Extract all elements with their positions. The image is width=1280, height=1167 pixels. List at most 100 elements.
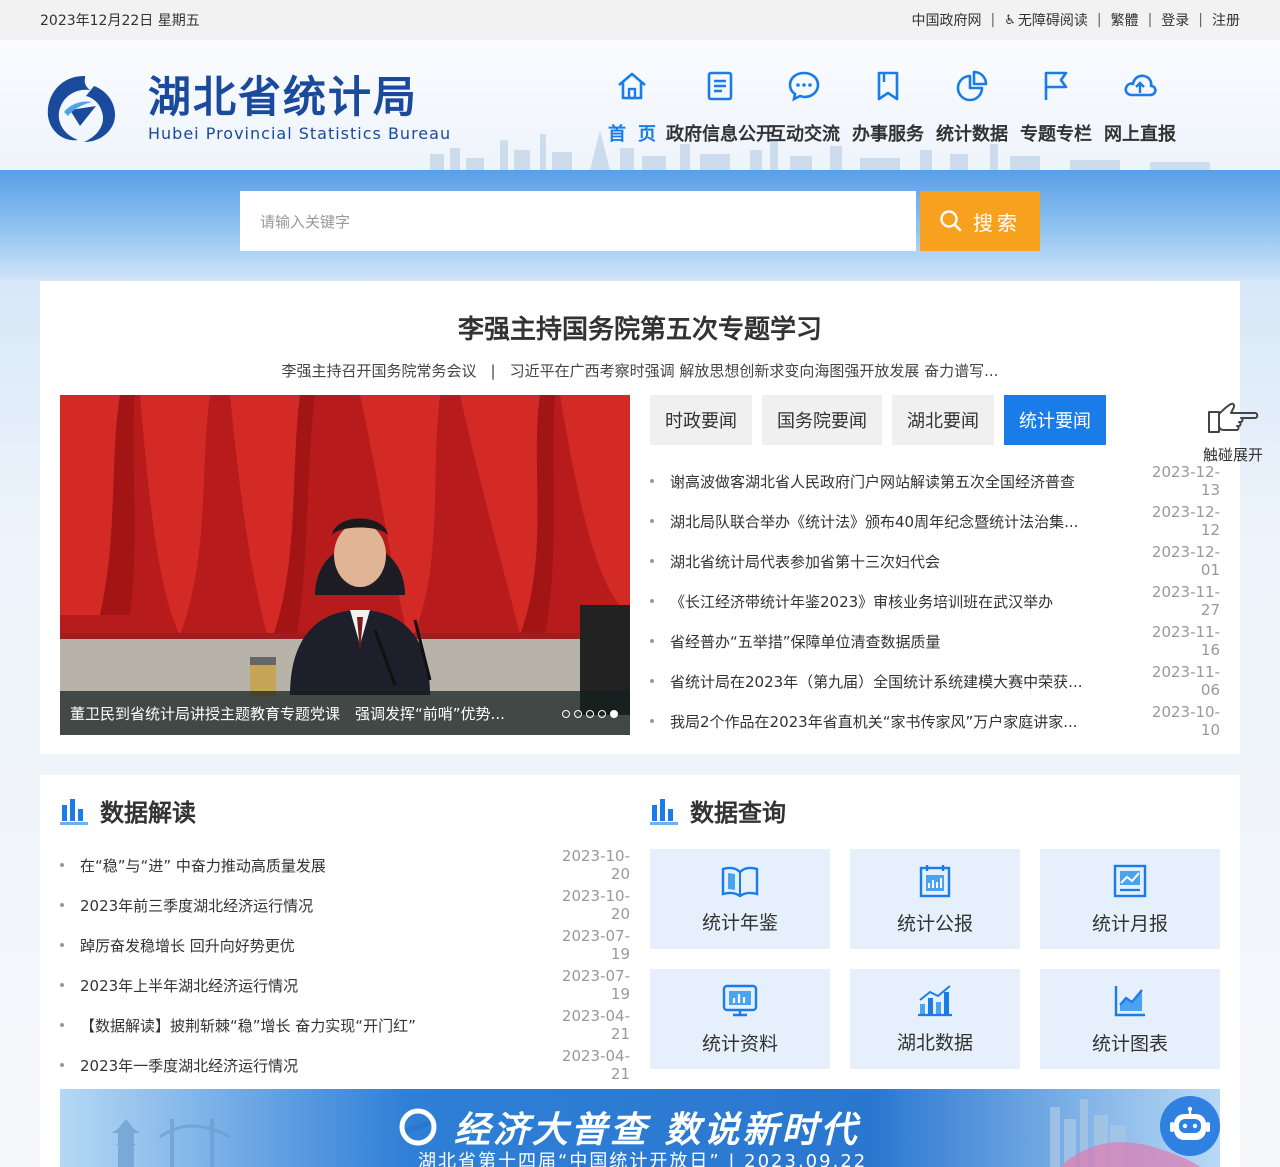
- interpretation-title: 在“稳”与“进” 中奋力推动高质量发展: [80, 856, 326, 875]
- area-chart-icon: [1114, 985, 1145, 1016]
- carousel-dot[interactable]: [574, 710, 582, 718]
- login-link[interactable]: 登录: [1161, 10, 1189, 30]
- flag-icon: [1044, 71, 1068, 100]
- list-item[interactable]: 我局2个作品在2023年省直机关“家书传家风”万户家庭讲家... 2023-10-…: [650, 701, 1220, 741]
- list-item[interactable]: 【数据解读】披荆斩棘“稳”增长 奋力实现“开门红” 2023-04-21: [60, 1005, 630, 1045]
- interpretation-title: 2023年一季度湖北经济运行情况: [80, 1056, 299, 1075]
- bookmark-icon: [877, 71, 899, 101]
- nav-gov-info[interactable]: 政府信息公开: [666, 68, 774, 146]
- news-date: 2023-11-27: [1151, 583, 1220, 619]
- nav-label: 政府信息公开: [666, 124, 774, 145]
- data-query-header: 数据查询: [650, 793, 786, 828]
- nav-label: 网上直报: [1104, 124, 1176, 145]
- news-date: 2023-12-12: [1151, 503, 1220, 539]
- interpretation-date: 2023-07-19: [561, 967, 630, 1003]
- nav-label: 互动交流: [768, 124, 840, 145]
- query-monthly-report[interactable]: 统计月报: [1040, 849, 1220, 949]
- list-item[interactable]: 踔厉奋发稳增长 回升向好势更优 2023-07-19: [60, 925, 630, 965]
- carousel-dots: [562, 710, 618, 718]
- search-button[interactable]: 搜索: [920, 191, 1040, 251]
- tab-state-council[interactable]: 国务院要闻: [762, 395, 882, 445]
- query-label: 湖北数据: [896, 1031, 973, 1054]
- list-item[interactable]: 在“稳”与“进” 中奋力推动高质量发展 2023-10-20: [60, 845, 630, 885]
- query-materials[interactable]: 统计资料: [650, 969, 830, 1069]
- accessibility-link[interactable]: 无障碍阅读: [1018, 10, 1088, 30]
- interpretation-date: 2023-07-19: [561, 927, 630, 963]
- top-links: 中国政府网 | ♿ 无障碍阅读 | 繁體 | 登录 | 注册: [911, 10, 1240, 30]
- book-icon: [721, 866, 759, 897]
- search-input[interactable]: 请输入关键字: [240, 191, 916, 251]
- register-link[interactable]: 注册: [1212, 10, 1240, 30]
- home-icon: [618, 72, 646, 100]
- sub-headline-1[interactable]: 李强主持召开国务院常务会议: [282, 362, 477, 380]
- banner-subtitle: 湖北省第十四届“中国统计开放日” | 2023.09.22: [418, 1151, 868, 1167]
- nav-home[interactable]: 首页: [600, 68, 664, 146]
- list-item[interactable]: 省经普办“五举措”保障单位清查数据质量 2023-11-16: [650, 621, 1220, 661]
- nav-stat-data[interactable]: 统计数据: [930, 68, 1014, 146]
- carousel-dot[interactable]: [598, 710, 606, 718]
- query-hubei-data[interactable]: 湖北数据: [850, 969, 1020, 1069]
- list-item[interactable]: 省统计局在2023年（第九届）全国统计系统建模大赛中荣获... 2023-11-0…: [650, 661, 1220, 701]
- news-list: 谢高波做客湖北省人民政府门户网站解读第五次全国经济普查 2023-12-13 湖北…: [650, 461, 1220, 741]
- bar-chart-icon: [60, 798, 88, 825]
- list-item[interactable]: 2023年前三季度湖北经济运行情况 2023-10-20: [60, 885, 630, 925]
- bar-chart-icon: [918, 984, 952, 1016]
- sub-headlines: 李强主持召开国务院常务会议 | 习近平在广西考察时强调 解放思想创新求变向海图强开放…: [281, 362, 999, 380]
- list-item[interactable]: 湖北省统计局代表参加省第十三次妇代会 2023-12-01: [650, 541, 1220, 581]
- logo-english-name: Hubei Provincial Statistics Bureau: [148, 123, 452, 143]
- headline-title[interactable]: 李强主持国务院第五次专题学习: [40, 309, 1240, 346]
- nav-label: 办事服务: [852, 124, 924, 145]
- list-item[interactable]: 湖北局队联合举办《统计法》颁布40周年纪念暨统计法治集... 2023-12-12: [650, 501, 1220, 541]
- nav-online-report[interactable]: 网上直报: [1098, 68, 1182, 146]
- carousel-dot-active[interactable]: [610, 710, 618, 718]
- news-card: 李强主持国务院第五次专题学习 李强主持召开国务院常务会议 | 习近平在广西考察时强调…: [40, 281, 1240, 754]
- site-logo[interactable]: 湖北省统计局 Hubei Provincial Statistics Burea…: [44, 70, 451, 146]
- cloud-upload-icon: [1124, 74, 1157, 97]
- traditional-chinese-link[interactable]: 繁體: [1111, 10, 1139, 30]
- featured-photo-carousel[interactable]: 董卫民到省统计局讲授主题教育专题党课 强调发挥“前哨”优势...: [60, 395, 630, 735]
- list-item[interactable]: 2023年一季度湖北经济运行情况 2023-04-21: [60, 1045, 630, 1085]
- logo-chinese-name: 湖北省统计局: [148, 72, 418, 123]
- query-bulletin[interactable]: 统计公报: [850, 849, 1020, 949]
- nav-special-topics[interactable]: 专题专栏: [1014, 68, 1098, 146]
- carousel-dot[interactable]: [586, 710, 594, 718]
- nav-services[interactable]: 办事服务: [846, 68, 930, 146]
- photo-caption: 董卫民到省统计局讲授主题教育专题党课 强调发挥“前哨”优势...: [60, 691, 630, 735]
- news-title: 《长江经济带统计年鉴2023》审核业务培训班在武汉举办: [670, 592, 1054, 611]
- nav-label: 首页: [608, 124, 668, 145]
- pointing-hand-icon: [1208, 402, 1259, 433]
- census-banner[interactable]: 经济大普查 数说新时代 湖北省第十四届“中国统计开放日” | 2023.09.2…: [60, 1089, 1220, 1167]
- tab-hubei-news[interactable]: 湖北要闻: [892, 395, 994, 445]
- query-yearbook[interactable]: 统计年鉴: [650, 849, 830, 949]
- nav-label: 专题专栏: [1020, 124, 1092, 145]
- search-button-label: 搜索: [973, 210, 1021, 235]
- news-date: 2023-11-16: [1151, 623, 1220, 659]
- query-label: 统计资料: [701, 1032, 778, 1055]
- tab-current-affairs[interactable]: 时政要闻: [650, 395, 752, 445]
- news-title: 我局2个作品在2023年省直机关“家书传家风”万户家庭讲家...: [670, 712, 1078, 731]
- list-item[interactable]: 谢高波做客湖北省人民政府门户网站解读第五次全国经济普查 2023-12-13: [650, 461, 1220, 501]
- monitor-chart-icon: [722, 984, 758, 1016]
- sub-headline-2[interactable]: 习近平在广西考察时强调 解放思想创新求变向海图强开放发展 奋力谱写...: [510, 362, 999, 380]
- banner-title: 经济大普查 数说新时代: [454, 1110, 860, 1151]
- news-title: 湖北省统计局代表参加省第十三次妇代会: [670, 552, 941, 571]
- nav-interaction[interactable]: 互动交流: [762, 68, 846, 146]
- carousel-dot[interactable]: [562, 710, 570, 718]
- query-charts[interactable]: 统计图表: [1040, 969, 1220, 1069]
- gov-portal-link[interactable]: 中国政府网: [911, 10, 981, 30]
- list-item[interactable]: 2023年上半年湖北经济运行情况 2023-07-19: [60, 965, 630, 1005]
- robot-icon: [1170, 1106, 1210, 1140]
- list-item[interactable]: 《长江经济带统计年鉴2023》审核业务培训班在武汉举办 2023-11-27: [650, 581, 1220, 621]
- news-tabs: 时政要闻 国务院要闻 湖北要闻 统计要闻: [650, 395, 1106, 445]
- query-label: 统计月报: [1091, 912, 1168, 935]
- query-label: 统计年鉴: [701, 911, 778, 934]
- line-chart-icon: [1113, 864, 1147, 897]
- news-date: 2023-12-01: [1151, 543, 1220, 579]
- nav-label: 统计数据: [936, 124, 1008, 145]
- assistant-robot-button[interactable]: [1160, 1096, 1220, 1156]
- tab-statistics-news[interactable]: 统计要闻: [1004, 395, 1106, 445]
- touch-expand-widget[interactable]: 触碰展开: [1196, 400, 1270, 465]
- pie-chart-icon: [956, 70, 988, 102]
- interpretation-title: 踔厉奋发稳增长 回升向好势更优: [80, 936, 295, 955]
- meeting-photo: [60, 395, 630, 735]
